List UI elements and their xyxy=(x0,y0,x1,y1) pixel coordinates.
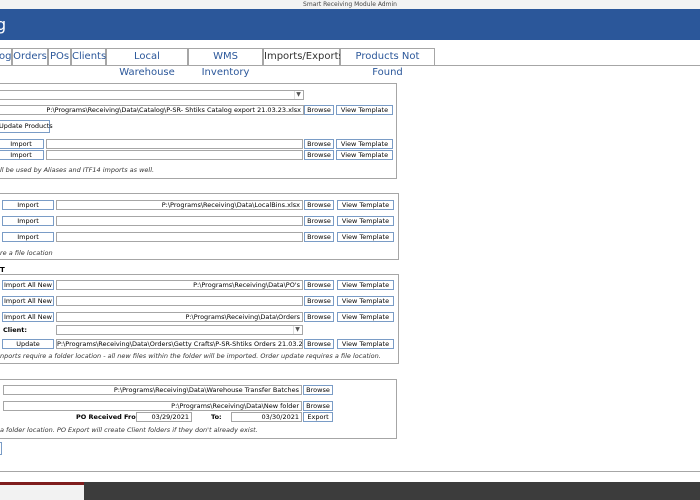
po-browse-button-3[interactable]: Browse xyxy=(304,312,334,322)
export-path-field-2[interactable]: P:\Programs\Receiving\Data\New folder xyxy=(3,401,302,411)
tab-products-not-found[interactable]: Products Not Found xyxy=(340,48,435,78)
taskbar-strip xyxy=(84,482,700,500)
catalog-browse-button-2[interactable]: Browse xyxy=(304,150,334,160)
local-browse-button-1[interactable]: Browse xyxy=(304,200,334,210)
po-received-from-label: PO Received From: xyxy=(76,413,146,421)
po-view-template-button-2[interactable]: View Template xyxy=(337,296,394,306)
order-view-template-button[interactable]: View Template xyxy=(337,339,394,349)
taskbar-white-area xyxy=(0,485,84,500)
local-path-field-1[interactable]: P:\Programs\Receiving\Data\LocalBins.xls… xyxy=(56,200,303,210)
tab-divider xyxy=(0,65,700,66)
local-view-template-button-2[interactable]: View Template xyxy=(337,216,394,226)
catalog-view-template-button-1[interactable]: View Template xyxy=(336,139,393,149)
to-label: To: xyxy=(211,413,222,421)
update-products-button[interactable]: Update Products xyxy=(0,120,53,133)
catalog-browse-button-1[interactable]: Browse xyxy=(304,139,334,149)
po-path-field-1[interactable]: P:\Programs\Receiving\Data\PO's xyxy=(56,280,303,290)
catalog-browse-button[interactable]: Browse xyxy=(304,105,334,115)
record-selector[interactable] xyxy=(0,442,2,455)
po-view-template-button-3[interactable]: View Template xyxy=(337,312,394,322)
tab-pos[interactable]: POs xyxy=(48,48,71,65)
client-combo[interactable]: ▼ xyxy=(56,325,303,335)
form-footer-line xyxy=(0,471,700,472)
po-section-header: T xyxy=(0,266,5,274)
order-update-path-field[interactable]: P:\Programs\Receiving\Data\Orders\Getty … xyxy=(56,339,303,349)
chevron-down-icon[interactable]: ▼ xyxy=(293,326,301,334)
export-button[interactable]: Export xyxy=(303,412,333,422)
local-view-template-button-1[interactable]: View Template xyxy=(337,200,394,210)
order-browse-button[interactable]: Browse xyxy=(304,339,334,349)
po-browse-button-2[interactable]: Browse xyxy=(304,296,334,306)
export-path-field-1[interactable]: P:\Programs\Receiving\Data\Warehouse Tra… xyxy=(3,385,302,395)
from-date-field[interactable]: 03/29/2021 xyxy=(136,412,192,422)
tab-orders[interactable]: Orders xyxy=(12,48,48,65)
chevron-down-icon[interactable]: ▼ xyxy=(294,91,302,99)
local-note: re a file location xyxy=(0,249,53,257)
local-import-button-1[interactable]: Import xyxy=(2,200,54,210)
order-update-button[interactable]: Update xyxy=(2,339,54,349)
local-view-template-button-3[interactable]: View Template xyxy=(337,232,394,242)
catalog-view-template-button[interactable]: View Template xyxy=(336,105,393,115)
local-path-field-2[interactable] xyxy=(56,216,303,226)
catalog-view-template-button-2[interactable]: View Template xyxy=(336,150,393,160)
export-note: a folder location. PO Export will create… xyxy=(0,426,258,434)
catalog-path-field[interactable]: P:\Programs\Receiving\Data\Catalog\P-SR-… xyxy=(0,105,304,115)
catalog-import-path-2[interactable] xyxy=(46,150,303,160)
local-import-button-3[interactable]: Import xyxy=(2,232,54,242)
catalog-import-button-2[interactable]: Import xyxy=(0,150,44,160)
local-import-button-2[interactable]: Import xyxy=(2,216,54,226)
tab-catalog[interactable]: og xyxy=(0,48,12,65)
po-import-all-new-button-1[interactable]: Import All New xyxy=(2,280,54,290)
po-view-template-button-1[interactable]: View Template xyxy=(337,280,394,290)
header-banner: g xyxy=(0,9,700,40)
taskbar xyxy=(0,482,700,500)
po-import-all-new-button-2[interactable]: Import All New xyxy=(2,296,54,306)
po-browse-button-1[interactable]: Browse xyxy=(304,280,334,290)
export-browse-button-1[interactable]: Browse xyxy=(303,385,333,395)
po-note: nports require a folder location - all n… xyxy=(0,352,381,360)
po-import-all-new-button-3[interactable]: Import All New xyxy=(2,312,54,322)
tab-imports-exports[interactable]: Imports/Exports xyxy=(263,48,344,66)
to-date-field[interactable]: 03/30/2021 xyxy=(231,412,302,422)
catalog-type-combo[interactable]: ▼ xyxy=(0,90,304,100)
local-path-field-3[interactable] xyxy=(56,232,303,242)
tab-clients[interactable]: Clients xyxy=(71,48,106,65)
local-browse-button-3[interactable]: Browse xyxy=(304,232,334,242)
po-path-field-2[interactable] xyxy=(56,296,303,306)
banner-title: g xyxy=(0,15,7,34)
local-browse-button-2[interactable]: Browse xyxy=(304,216,334,226)
client-label: Client: xyxy=(3,326,27,334)
catalog-note: ll be used by Aliases and ITF14 imports … xyxy=(0,166,155,174)
catalog-import-button-1[interactable]: Import xyxy=(0,139,44,149)
tab-local-warehouse[interactable]: Local Warehouse xyxy=(106,48,188,78)
window-title: Smart Receiving Module Admin xyxy=(0,0,700,9)
export-browse-button-2[interactable]: Browse xyxy=(303,401,333,411)
tab-wms-inventory[interactable]: WMS Inventory xyxy=(188,48,263,78)
tab-bar: og Orders POs Clients Local Warehouse WM… xyxy=(0,48,700,78)
catalog-import-path-1[interactable] xyxy=(46,139,303,149)
po-path-field-3[interactable]: P:\Programs\Receiving\Data\Orders xyxy=(56,312,303,322)
